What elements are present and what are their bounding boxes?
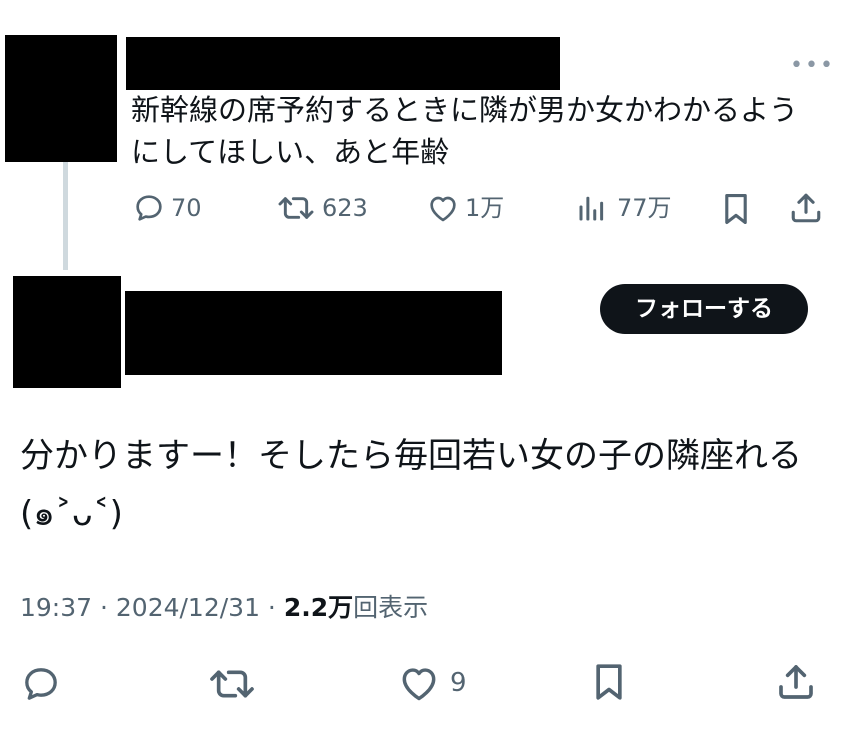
reply-icon bbox=[25, 668, 57, 700]
tweet-time[interactable]: 19:37 bbox=[20, 593, 92, 622]
tweet-views-label: 回表示 bbox=[353, 593, 429, 622]
reply-text-line1: 分かりますー！そしたら毎回若い女の子の隣座れる bbox=[20, 436, 802, 476]
like-count: 1万 bbox=[465, 194, 505, 222]
tweet-date[interactable]: 2024/12/31 bbox=[116, 593, 260, 622]
bookmark-icon bbox=[596, 664, 622, 700]
retweet-icon bbox=[278, 197, 314, 219]
retweet-button[interactable]: 623 bbox=[276, 192, 368, 224]
retweet-icon bbox=[210, 670, 254, 698]
like-button[interactable]: 1万 bbox=[427, 193, 504, 223]
reply-button[interactable]: 70 bbox=[133, 192, 202, 224]
share-icon bbox=[779, 665, 813, 699]
parent-username-redacted[interactable] bbox=[126, 37, 560, 90]
reply-avatar-redacted[interactable] bbox=[13, 276, 121, 388]
tweet-views-count: 2.2万 bbox=[283, 593, 354, 622]
share-icon bbox=[791, 193, 821, 223]
bookmark-button[interactable] bbox=[721, 192, 751, 226]
more-dots-icon[interactable]: ••• bbox=[790, 55, 835, 77]
meta-separator: · bbox=[259, 593, 284, 622]
retweet-button[interactable] bbox=[207, 664, 257, 704]
like-count: 9 bbox=[450, 668, 467, 698]
like-button[interactable]: 9 bbox=[398, 664, 467, 702]
heart-icon bbox=[430, 196, 456, 222]
reply-text-line2: (๑˃ᴗ˂) bbox=[20, 494, 123, 534]
follow-button[interactable]: フォローする bbox=[600, 284, 808, 334]
parent-avatar-redacted[interactable] bbox=[5, 35, 117, 162]
share-button[interactable] bbox=[776, 662, 816, 702]
parent-tweet-text: 新幹線の席予約するときに隣が男か女かわかるようにしてほしい、あと年齢 bbox=[131, 93, 799, 169]
retweet-count: 623 bbox=[322, 194, 368, 222]
reply-icon bbox=[136, 195, 162, 221]
reply-count: 70 bbox=[171, 194, 202, 222]
reply-username-redacted[interactable] bbox=[125, 291, 502, 375]
views-icon bbox=[579, 196, 604, 221]
share-button[interactable] bbox=[789, 191, 823, 225]
views-count: 77万 bbox=[617, 194, 672, 222]
bookmark-button[interactable] bbox=[592, 662, 626, 702]
thread-line bbox=[63, 162, 68, 270]
bookmark-icon bbox=[725, 193, 747, 225]
tweet-meta: 19:37 · 2024/12/31 · 2.2万回表示 bbox=[20, 591, 428, 625]
reply-tweet-text: 分かりますー！そしたら毎回若い女の子の隣座れる (๑˃ᴗ˂) bbox=[20, 427, 830, 543]
heart-icon bbox=[402, 668, 436, 701]
reply-button[interactable] bbox=[21, 664, 61, 704]
meta-separator: · bbox=[92, 593, 116, 622]
views-button[interactable]: 77万 bbox=[577, 193, 672, 223]
